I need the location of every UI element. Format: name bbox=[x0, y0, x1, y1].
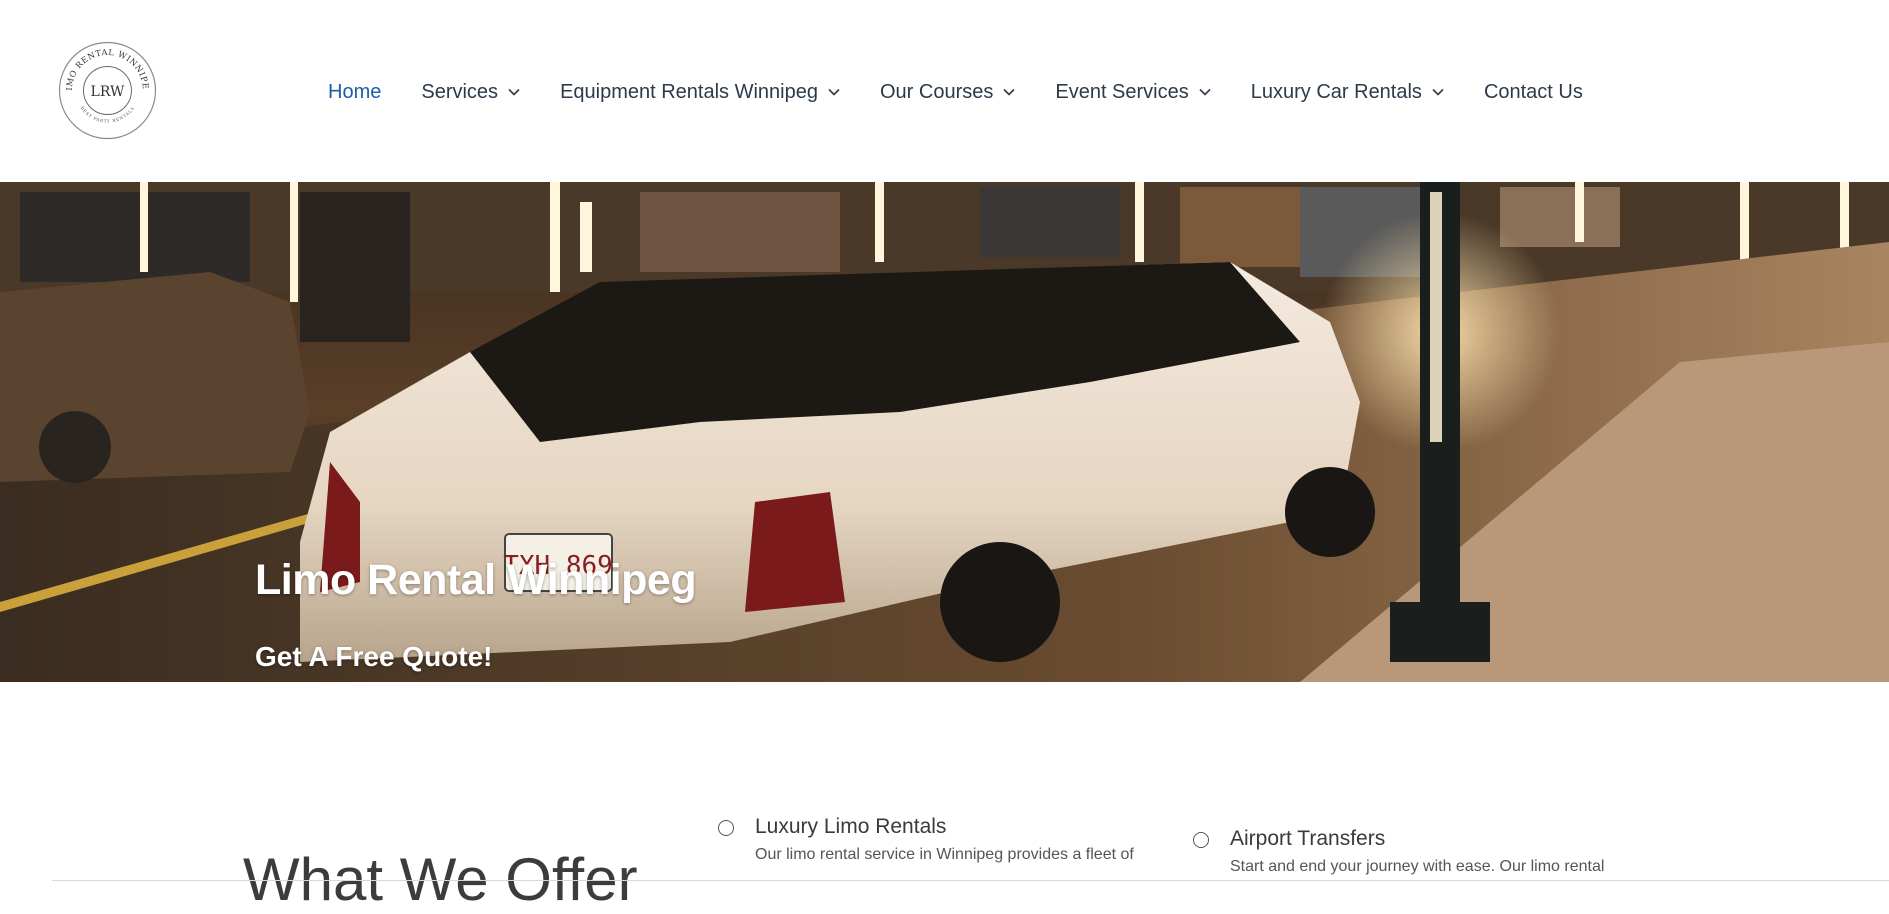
nav-services-label: Services bbox=[421, 80, 499, 103]
hero-banner: TXH 869 Limo Rental Winnipeg Get A Free … bbox=[0, 182, 1889, 682]
chevron-down-icon bbox=[1003, 88, 1015, 96]
nav-equipment-rentals[interactable]: Equipment Rentals Winnipeg bbox=[560, 81, 840, 104]
nav-home-label: Home bbox=[328, 80, 382, 103]
circle-bullet-icon bbox=[1193, 832, 1209, 848]
chevron-down-icon bbox=[828, 88, 840, 96]
nav-home[interactable]: Home bbox=[328, 81, 381, 104]
hero-background-image: TXH 869 bbox=[0, 182, 1889, 682]
chevron-down-icon bbox=[508, 88, 520, 96]
nav-services[interactable]: Services bbox=[421, 81, 520, 104]
nav-event-services[interactable]: Event Services bbox=[1055, 80, 1211, 104]
hero-title: Limo Rental Winnipeg bbox=[255, 556, 697, 604]
circle-bullet-icon bbox=[718, 820, 734, 836]
nav-luxury-car-rentals[interactable]: Luxury Car Rentals bbox=[1251, 81, 1444, 104]
site-logo[interactable]: LIMO RENTAL WINNIPEG BEST PARTY RENTALS … bbox=[54, 33, 157, 140]
section-divider bbox=[52, 880, 1889, 881]
service-description: Our limo rental service in Winnipeg prov… bbox=[755, 846, 1134, 863]
nav-equipment-rentals-label: Equipment Rentals Winnipeg bbox=[560, 80, 818, 103]
service-title: Luxury Limo Rentals bbox=[755, 815, 947, 838]
nav-our-courses[interactable]: Our Courses bbox=[880, 81, 1015, 104]
nav-contact-us[interactable]: Contact Us bbox=[1484, 81, 1583, 104]
chevron-down-icon bbox=[1432, 88, 1444, 96]
nav-contact-us-label: Contact Us bbox=[1483, 80, 1583, 103]
nav-luxury-car-rentals-label: Luxury Car Rentals bbox=[1250, 80, 1422, 103]
hero-quote-link[interactable]: Get A Free Quote! bbox=[255, 641, 493, 673]
service-description: Start and end your journey with ease. Ou… bbox=[1230, 858, 1605, 875]
chevron-down-icon bbox=[1199, 88, 1211, 96]
service-title: Airport Transfers bbox=[1230, 827, 1386, 850]
site-header: LIMO RENTAL WINNIPEG BEST PARTY RENTALS … bbox=[0, 0, 1889, 182]
main-nav: Home Services Equipment Rentals Winnipeg… bbox=[328, 79, 1583, 105]
nav-event-services-label: Event Services bbox=[1055, 80, 1189, 103]
nav-our-courses-label: Our Courses bbox=[879, 80, 994, 103]
logo-monogram: LRW bbox=[91, 84, 126, 100]
